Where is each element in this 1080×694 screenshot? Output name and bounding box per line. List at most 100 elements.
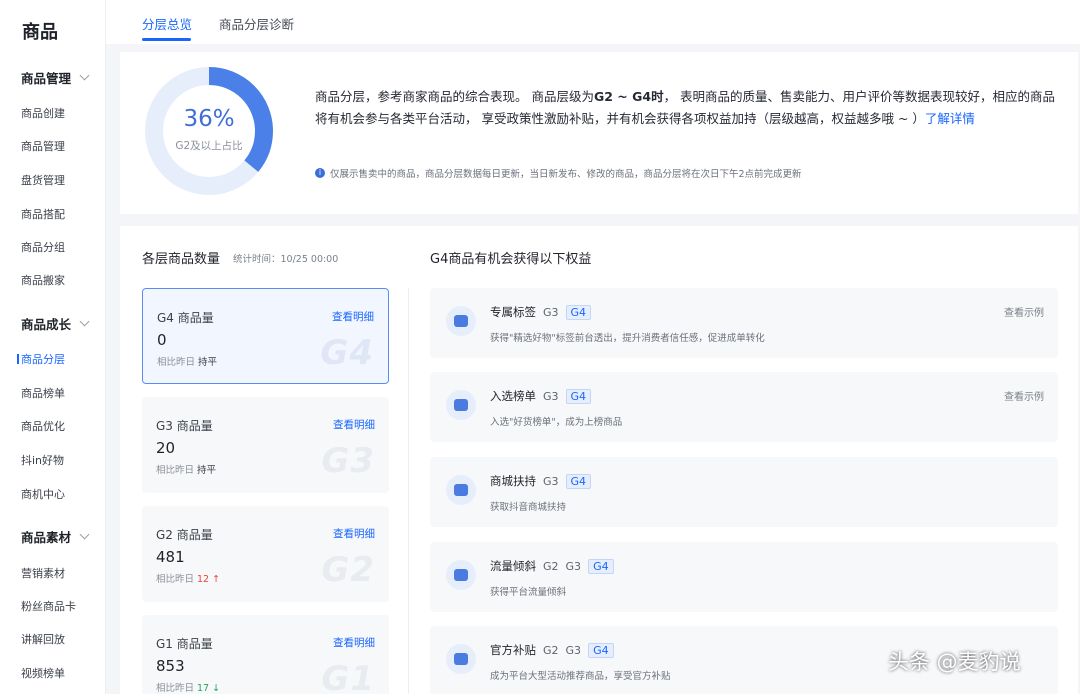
- view-details-link[interactable]: 查看明细: [333, 417, 375, 432]
- sidebar-item-group[interactable]: 商品分组: [21, 239, 65, 255]
- benefit-desc: 获取抖音商城扶持: [490, 502, 567, 513]
- grade-badge: G4: [565, 388, 592, 404]
- tier-watermark: G3: [321, 441, 375, 481]
- benefit-exclusive-tag: 专属标签 G3 G4 获得"精选好物"标签前台透出，提升消费者信任感，促进成单转…: [430, 288, 1058, 358]
- benefit-desc: 获得"精选好物"标签前台透出，提升消费者信任感，促进成单转化: [490, 333, 765, 344]
- sidebar-group-goods-growth[interactable]: 商品成长: [21, 314, 90, 333]
- tier-card-g4[interactable]: G4 商品量 查看明细 0 相比昨日 持平 G4: [142, 288, 389, 384]
- tier-count: 481: [156, 548, 185, 566]
- compare-label: 相比昨日: [156, 683, 195, 694]
- tier-card-g3[interactable]: G3 商品量 查看明细 20 相比昨日 持平 G3: [142, 397, 389, 493]
- grade-badge: G3: [543, 305, 559, 319]
- view-details-link[interactable]: 查看明细: [333, 526, 375, 541]
- sidebar-item-inventory[interactable]: 盘货管理: [21, 172, 65, 188]
- grade-badge: G4: [588, 642, 614, 658]
- benefit-name: 专属标签 G3 G4: [490, 304, 592, 320]
- sidebar-item-move[interactable]: 商品搬家: [21, 272, 65, 288]
- tier-card-g2[interactable]: G2 商品量 查看明细 481 相比昨日 12 ↑ G2: [142, 506, 389, 602]
- benefit-desc: 获得平台流量倾斜: [490, 587, 567, 598]
- sidebar-item-create[interactable]: 商品创建: [21, 105, 65, 121]
- benefit-name: 流量倾斜 G2 G3 G4: [490, 558, 614, 574]
- grade-badge: G4: [565, 304, 592, 320]
- benefits-title: G4商品有机会获得以下权益: [430, 252, 592, 267]
- tier-compare: 相比昨日 持平: [156, 462, 216, 476]
- benefit-desc: 入选"好货榜单"，成为上榜商品: [490, 417, 623, 428]
- learn-more-link[interactable]: 了解详情: [925, 111, 975, 126]
- tier-watermark: G1: [321, 659, 375, 694]
- summary-note: i 仅展示售卖中的商品，商品分层数据每日更新，当日新发布、修改的商品，商品分层将…: [315, 166, 802, 180]
- percent-value: 36%: [183, 106, 235, 132]
- tier-name: G1 商品量: [156, 637, 213, 651]
- sidebar-group-goods-material[interactable]: 商品素材: [21, 527, 90, 546]
- compare-value: 持平: [197, 465, 217, 476]
- benefit-label: 商城扶持: [490, 474, 536, 488]
- grade-badge: G2: [543, 643, 559, 657]
- benefit-label: 官方补贴: [490, 643, 536, 657]
- view-example-link[interactable]: 查看示例: [1004, 388, 1044, 403]
- shop-icon: [446, 475, 476, 505]
- sidebar-item-bundle[interactable]: 商品搭配: [21, 206, 65, 222]
- grade-badge: G2: [543, 559, 559, 573]
- tier-name: G2 商品量: [156, 528, 213, 542]
- tier-count: 853: [156, 657, 185, 675]
- traffic-icon: [446, 560, 476, 590]
- tier-count: 20: [156, 439, 176, 457]
- sidebar-item-ranking[interactable]: 商品榜单: [21, 385, 65, 401]
- sidebar-item-optimize[interactable]: 商品优化: [21, 418, 65, 434]
- benefit-name: 入选榜单 G3 G4: [490, 388, 592, 404]
- note-text: 仅展示售卖中的商品，商品分层数据每日更新，当日新发布、修改的商品，商品分层将在次…: [330, 169, 802, 180]
- panel-divider: [408, 288, 409, 694]
- subsidy-icon: [446, 644, 476, 674]
- sidebar-item-video-rank[interactable]: 视频榜单: [21, 665, 65, 681]
- view-example-link[interactable]: 查看示例: [1004, 304, 1044, 319]
- summary-text-part: 商品分层，参考商家商品的综合表现。 商品层级为: [315, 89, 594, 104]
- sidebar-item-opportunity[interactable]: 商机中心: [21, 486, 65, 502]
- benefit-label: 专属标签: [490, 305, 536, 319]
- active-tab-indicator: [142, 38, 191, 41]
- sidebar: 商品 商品管理 商品创建 商品管理 盘货管理 商品搭配 商品分组 商品搬家 商品…: [0, 0, 106, 694]
- grade-badge: G3: [565, 559, 582, 573]
- benefit-label: 入选榜单: [490, 389, 536, 403]
- tab-overview[interactable]: 分层总览: [142, 14, 192, 33]
- tier-name: G4 商品量: [157, 311, 214, 325]
- grade-badge: G3: [543, 389, 559, 403]
- tier-compare: 相比昨日 持平: [157, 354, 217, 368]
- sidebar-item-marketing[interactable]: 营销素材: [21, 565, 65, 581]
- benefit-desc: 成为平台大型活动推荐商品，享受官方补贴: [490, 671, 671, 682]
- detail-panel: 各层商品数量 统计时间：10/25 00:00 G4商品有机会获得以下权益 G4…: [120, 226, 1078, 694]
- sidebar-item-replay[interactable]: 讲解回放: [21, 631, 65, 647]
- sidebar-item-douin[interactable]: 抖in好物: [21, 452, 64, 468]
- tier-card-g1[interactable]: G1 商品量 查看明细 853 相比昨日 17 ↓ G1: [142, 615, 389, 694]
- info-icon: i: [315, 168, 325, 178]
- sidebar-item-tiering[interactable]: 商品分层: [17, 351, 65, 367]
- benefit-mall-support: 商城扶持 G3 G4 获取抖音商城扶持: [430, 457, 1058, 527]
- summary-description: 商品分层，参考商家商品的综合表现。 商品层级为G2 ~ G4时， 表明商品的质量…: [315, 86, 1060, 130]
- chevron-down-icon: [79, 316, 90, 327]
- tier-watermark: G2: [321, 550, 375, 590]
- tier-panel-title: 各层商品数量: [142, 252, 221, 267]
- tag-icon: [446, 306, 476, 336]
- benefit-ranking: 入选榜单 G3 G4 入选"好货榜单"，成为上榜商品 查看示例: [430, 372, 1058, 442]
- benefit-name: 商城扶持 G3 G4: [490, 473, 592, 489]
- view-details-link[interactable]: 查看明细: [333, 635, 375, 650]
- compare-label: 相比昨日: [156, 574, 195, 585]
- compare-label: 相比昨日: [157, 357, 196, 368]
- sidebar-group-goods-manage[interactable]: 商品管理: [21, 68, 90, 87]
- stat-time: 统计时间：10/25 00:00: [233, 254, 339, 265]
- summary-card: 36% G2及以上占比 商品分层，参考商家商品的综合表现。 商品层级为G2 ~ …: [120, 52, 1078, 214]
- percent-label: G2及以上占比: [175, 140, 243, 152]
- badge-icon: [446, 390, 476, 420]
- tab-diagnosis[interactable]: 商品分层诊断: [219, 14, 294, 33]
- compare-value: 17 ↓: [197, 683, 221, 694]
- benefit-name: 官方补贴 G2 G3 G4: [490, 642, 614, 658]
- sidebar-item-manage[interactable]: 商品管理: [21, 138, 65, 154]
- chevron-down-icon: [79, 529, 90, 540]
- chevron-down-icon: [79, 70, 90, 81]
- summary-text-bold: G2 ~ G4时: [593, 89, 664, 104]
- grade-badge: G4: [588, 558, 614, 574]
- sidebar-item-fan-card[interactable]: 粉丝商品卡: [21, 598, 76, 614]
- grade-badge: G3: [565, 643, 582, 657]
- benefit-label: 流量倾斜: [490, 559, 536, 573]
- sidebar-title: 商品: [22, 22, 58, 43]
- view-details-link[interactable]: 查看明细: [332, 309, 374, 324]
